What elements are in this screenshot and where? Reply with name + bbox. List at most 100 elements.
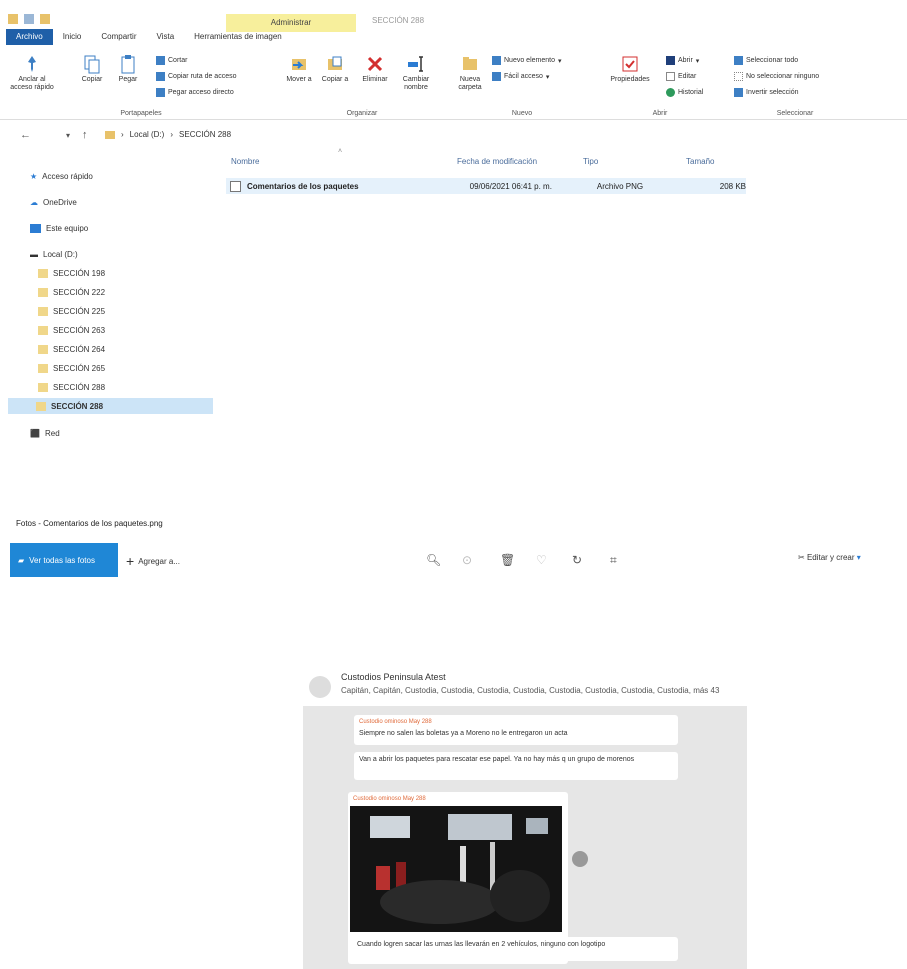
group-clipboard: Anclar al acceso rápido Copiar Pegar Cor… [6,48,276,118]
sidebar-folder-selected[interactable]: SECCIÓN 288 [8,398,213,414]
open-button[interactable]: Abrir ▾ [666,56,699,65]
select-none-button[interactable]: No seleccionar ninguno [734,72,819,81]
sidebar-item-network[interactable]: ⬛ Red [30,425,60,441]
sidebar-folder[interactable]: SECCIÓN 263 [38,322,105,338]
up-arrow-icon[interactable]: ↑ [82,129,88,141]
tab-home[interactable]: Inicio [53,29,92,45]
delete-x-icon [367,56,383,72]
tab-view[interactable]: Vista [147,29,185,45]
group-select: Seleccionar todo No seleccionar ninguno … [730,48,860,118]
delete-button[interactable]: Eliminar [360,54,390,84]
plus-icon: + [126,553,135,569]
recent-chevron-icon[interactable]: ▾ [66,131,70,140]
pin-quick-access-button[interactable]: Anclar al acceso rápido [10,54,54,92]
file-type: Archivo PNG [596,181,644,191]
select-all-button[interactable]: Seleccionar todo [734,56,798,65]
new-item-button[interactable]: Nuevo elemento ▾ [492,56,562,65]
folder-icon [38,325,48,335]
new-folder-button[interactable]: Nueva carpeta [452,54,488,92]
open-icon [666,56,675,65]
zoom-icon[interactable]: 🔍︎ [426,553,441,567]
sidebar-item-onedrive[interactable]: ☁ OneDrive [30,194,77,210]
copy-to-button[interactable]: Copiar a [320,54,350,84]
image-file-icon [230,180,241,192]
file-name: Comentarios de los paquetes [246,181,359,191]
chevron-down-icon: ▾ [695,57,700,65]
group-label-select: Seleccionar [776,110,814,117]
sidebar-item-local-drive[interactable]: ▬ Local (D:) [30,246,78,262]
paste-button[interactable]: Pegar [114,54,142,84]
photo-illustration [350,806,562,932]
properties-button[interactable]: Propiedades [600,54,660,84]
ribbon: Anclar al acceso rápido Copiar Pegar Cor… [0,46,907,120]
file-date: 09/06/2021 06:41 p. m. [469,181,552,191]
breadcrumb[interactable]: › Local (D:) › SECCIÓN 288 [105,130,231,139]
path-icon [156,72,165,81]
sidebar-folder[interactable]: SECCIÓN 288 [38,379,105,395]
folder-icon [38,287,48,297]
easy-access-button[interactable]: Fácil acceso ▾ [492,72,549,81]
move-to-button[interactable]: Mover a [284,54,314,84]
add-to-button[interactable]: + Agregar a... [126,553,180,569]
folder-icon [105,130,115,139]
crop-icon[interactable]: ⌗ [610,553,617,568]
chevron-down-icon: ▾ [856,553,861,562]
back-arrow-icon[interactable]: ← [20,129,31,141]
tab-image-tools[interactable]: Herramientas de imagen [184,29,292,45]
edit-button[interactable]: Editar [666,72,696,81]
select-none-icon [734,72,743,81]
new-folder-icon[interactable] [40,14,50,24]
breadcrumb-local[interactable]: Local (D:) [130,130,165,139]
edit-sparkle-icon: ✂ [798,553,805,562]
folder-icon[interactable] [8,14,18,24]
sidebar-item-this-pc[interactable]: Este equipo [30,220,88,236]
column-header-name[interactable]: Nombre [231,157,259,166]
sidebar-folder[interactable]: SECCIÓN 198 [38,265,105,281]
photos-title: Fotos - Comentarios de los paquetes.png [16,519,163,528]
share-icon[interactable] [572,851,588,867]
copy-path-button[interactable]: Copiar ruta de acceso [156,72,236,81]
new-item-icon [492,56,501,65]
group-label-open: Abrir [652,110,668,117]
column-header-date[interactable]: Fecha de modificación [457,157,537,166]
sidebar-folder[interactable]: SECCIÓN 225 [38,303,105,319]
breadcrumb-sep-icon: › [170,130,174,139]
column-header-type[interactable]: Tipo [583,157,598,166]
sort-up-icon: ˄ [338,148,343,155]
column-header-size[interactable]: Tamaño [686,157,714,166]
folder-icon [36,401,46,411]
invert-selection-button[interactable]: Invertir selección [734,88,799,97]
message-text: Van a abrir los paquetes para rescatar e… [359,756,635,763]
delete-icon[interactable]: 🗑︎ [500,553,515,567]
sidebar-folder[interactable]: SECCIÓN 265 [38,360,105,376]
favorite-icon[interactable]: ♡ [536,553,547,567]
rotate-icon[interactable]: ↻ [572,553,582,567]
file-row[interactable]: Comentarios de los paquetes 09/06/2021 0… [226,178,746,194]
properties-icon[interactable] [24,14,34,24]
folder-icon [38,382,48,392]
chevron-down-icon: ▾ [557,57,562,65]
sidebar-item-quick-access[interactable]: ★ Acceso rápido [30,168,93,184]
photos-folder-icon: ▰ [18,555,25,565]
night-crowd-photo [350,806,562,932]
chat-members: Capitán, Capitán, Custodia, Custodia, Cu… [341,686,720,695]
fullscreen-icon[interactable]: ⊙ [462,553,472,567]
file-size: 208 KB [719,181,747,191]
paste-shortcut-button[interactable]: Pegar acceso directo [156,88,234,97]
see-all-photos-button[interactable]: ▰ Ver todas las fotos [10,543,118,577]
tab-file[interactable]: Archivo [6,29,53,45]
edit-icon [666,72,675,81]
message-text: Siempre no salen las boletas ya a Moreno… [359,730,568,737]
cut-button[interactable]: Cortar [156,56,187,65]
rename-button[interactable]: Cambiar nombre [398,54,434,92]
copy-button[interactable]: Copiar [78,54,106,84]
group-label-organize: Organizar [346,110,378,117]
sidebar-folder[interactable]: SECCIÓN 222 [38,284,105,300]
sidebar-folder[interactable]: SECCIÓN 264 [38,341,105,357]
scissors-icon [156,56,165,65]
copy-folder-icon [328,56,342,70]
edit-create-button[interactable]: ✂ Editar y crear ▾ [798,553,861,562]
tab-share[interactable]: Compartir [91,29,146,45]
history-button[interactable]: Historial [666,88,703,97]
breadcrumb-folder[interactable]: SECCIÓN 288 [179,130,231,139]
